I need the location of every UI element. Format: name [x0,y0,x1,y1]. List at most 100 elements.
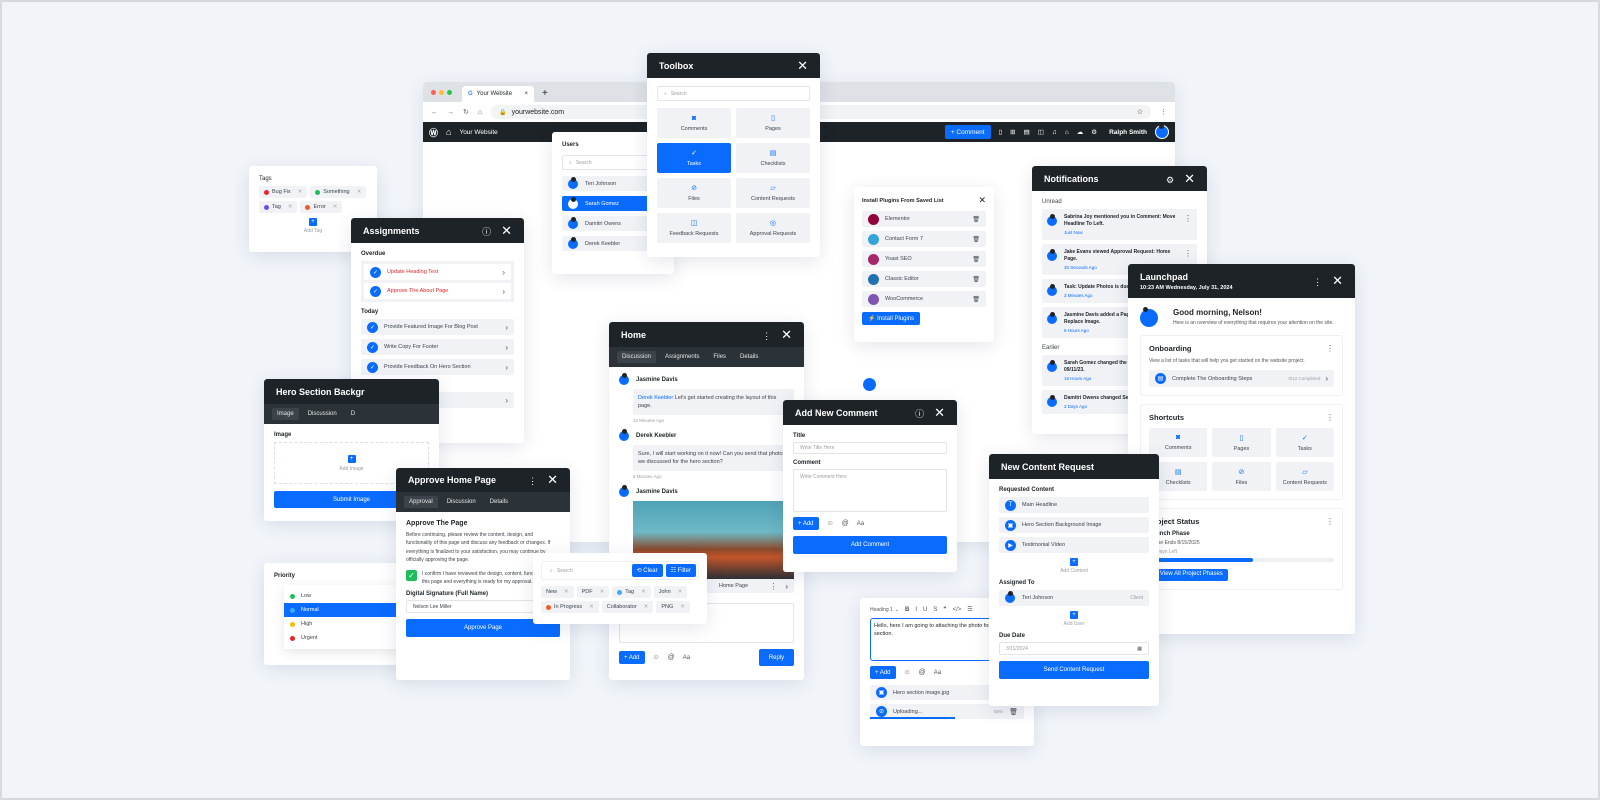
back-icon[interactable]: ← [431,109,438,116]
minimize-window-dot[interactable] [439,90,444,95]
trash-icon[interactable]: 🗑 [972,256,980,263]
site-home-icon[interactable]: ⌂ [446,127,451,137]
kebab-menu-icon[interactable]: ⋮ [1184,214,1192,223]
kebab-menu-icon[interactable]: ⋮ [769,582,777,591]
trash-icon[interactable]: 🗑 [972,216,980,223]
text-format-icon[interactable]: Aa [857,521,864,527]
mention-link[interactable]: Derek Keebler [638,395,673,401]
add-content-button[interactable]: + Add Content [999,558,1149,574]
toolbox-item-approval-requests[interactable]: ◎ Approval Requests [736,213,810,243]
clear-button[interactable]: ⟲ Clear [631,564,663,577]
home-icon[interactable]: ⌂ [478,109,482,116]
gift-icon[interactable]: ⊞ [1010,128,1015,136]
toolbox-item-feedback-requests[interactable]: ◫ Feedback Requests [657,213,731,243]
close-icon[interactable]: ✕ [934,405,945,420]
requested-content-item[interactable]: ▣ Hero Section Background Image [999,517,1149,533]
filter-search-input[interactable]: ⌕ Search [544,564,629,577]
remove-chip-icon[interactable]: ✕ [644,604,649,610]
tag-chip[interactable]: Error ✕ [300,201,343,213]
format-button[interactable]: ❞ [943,606,946,613]
kebab-menu-icon[interactable]: ⋮ [1326,517,1334,526]
add-user-button[interactable]: + Add User [999,611,1149,627]
remove-chip-icon[interactable]: ✕ [678,589,683,595]
filter-chip[interactable]: Collaborator ✕ [601,601,654,613]
remove-chip-icon[interactable]: ✕ [589,604,594,610]
reload-icon[interactable]: ↻ [463,108,469,116]
filter-chip[interactable]: PNG ✕ [656,601,690,613]
home-outline-icon[interactable]: ⌂ [1065,129,1069,136]
format-button[interactable]: U [923,607,927,613]
gear-icon[interactable]: ⚙ [1091,128,1097,136]
feedback-icon[interactable]: ◫ [1038,128,1044,136]
remove-chip-icon[interactable]: ✕ [600,589,605,595]
due-date-input[interactable]: 3/11/2024 ▦ [999,642,1149,655]
close-icon[interactable]: ✕ [1184,171,1195,186]
remove-chip-icon[interactable]: ✕ [641,589,646,595]
assignment-item[interactable]: ✓ Write Copy For Footer › [361,339,514,355]
tab-details[interactable]: Details [735,351,763,363]
kebab-menu-icon[interactable]: ⋮ [1326,344,1334,353]
format-button[interactable]: </> [953,607,962,613]
add-attachment-button[interactable]: + Add [619,651,645,664]
assignee-row[interactable]: Teri Johnson Client [999,590,1149,606]
add-comment-button[interactable]: Add Comment [793,536,947,554]
text-format-icon[interactable]: Aa [683,655,690,661]
trash-icon[interactable]: 🗑 [972,236,980,243]
assignment-item[interactable]: ✓ Provide Featured Image For Blog Post › [361,319,514,335]
shortcut-content-requests[interactable]: ▱ Content Requests [1275,462,1334,491]
maximize-window-dot[interactable] [447,90,452,95]
chevron-right-icon[interactable]: › [785,582,788,591]
mention-icon[interactable]: @ [668,654,675,661]
filter-chip[interactable]: PDF ✕ [576,586,610,598]
clipboard-icon[interactable]: ▤ [1024,128,1030,136]
format-button[interactable]: ☰ [967,606,972,613]
format-button[interactable]: B [905,607,909,613]
shortcut-comments[interactable]: ◙ Comments [1149,428,1208,457]
filter-chip[interactable]: New ✕ [541,586,574,598]
shortcut-files[interactable]: ⊘ Files [1212,462,1271,491]
notification-item[interactable]: Sabrina Joy mentioned you in Comment: Mo… [1042,209,1197,240]
requested-content-item[interactable]: ▶ Testimonial Video [999,537,1149,553]
remove-chip-icon[interactable]: ✕ [680,604,685,610]
kebab-menu-icon[interactable]: ⋮ [762,331,771,341]
emoji-icon[interactable]: ☺ [827,520,834,527]
tab-details[interactable]: Details [485,496,513,508]
filter-chip[interactable]: Tag ✕ [612,586,651,598]
toolbox-item-files[interactable]: ⊘ Files [657,178,731,208]
forward-icon[interactable]: → [447,109,454,116]
tag-chip[interactable]: Tag ✕ [259,201,298,213]
remove-tag-icon[interactable]: ✕ [357,189,362,195]
help-icon[interactable]: ⓘ [915,409,924,419]
onboarding-step-row[interactable]: ▤ Complete The Onboarding Steps 0/12 Compl… [1149,370,1334,387]
toolbox-item-comments[interactable]: ◙ Comments [657,108,731,138]
install-plugins-button[interactable]: ⚡ Install Plugins [862,312,921,325]
remove-tag-icon[interactable]: ✕ [288,204,293,210]
bookmark-star-icon[interactable]: ☆ [1137,108,1143,116]
toolbox-item-checklists[interactable]: ▤ Checklists [736,143,810,173]
add-comment-toolbar-button[interactable]: + Comment [944,125,991,139]
close-icon[interactable]: ✕ [547,472,558,487]
help-icon[interactable]: ⓘ [482,227,491,237]
assignment-item[interactable]: ✓ Provide Feedback On Hero Section › [361,359,514,375]
tab-approval[interactable]: Approval [404,496,438,508]
filter-chip[interactable]: In Progress ✕ [541,601,599,613]
add-attachment-button[interactable]: + Add [793,517,819,530]
send-content-request-button[interactable]: Send Content Request [999,661,1149,679]
close-icon[interactable]: ✕ [978,195,986,206]
add-attachment-button[interactable]: + Add [870,666,896,679]
emoji-icon[interactable]: ☺ [904,669,911,676]
mention-icon[interactable]: @ [919,669,926,676]
close-icon[interactable]: ✕ [797,59,808,72]
title-input[interactable]: Write Title Here [793,442,947,454]
assignment-item[interactable]: ✓ Update Heading Text › [364,264,511,280]
toolbox-item-content-requests[interactable]: ▱ Content Requests [736,178,810,208]
close-icon[interactable]: ✕ [781,327,792,342]
requested-content-item[interactable]: T Main Headline [999,497,1149,513]
close-tab-icon[interactable]: × [524,91,528,97]
tab-discussion[interactable]: Discussion [442,496,481,508]
close-icon[interactable]: ✕ [1332,273,1343,288]
comment-textarea[interactable]: Write Comment Here [793,469,947,512]
pages-icon[interactable]: ▯ [999,128,1003,136]
close-window-dot[interactable] [431,90,436,95]
trash-icon[interactable]: 🗑 [1009,708,1018,716]
